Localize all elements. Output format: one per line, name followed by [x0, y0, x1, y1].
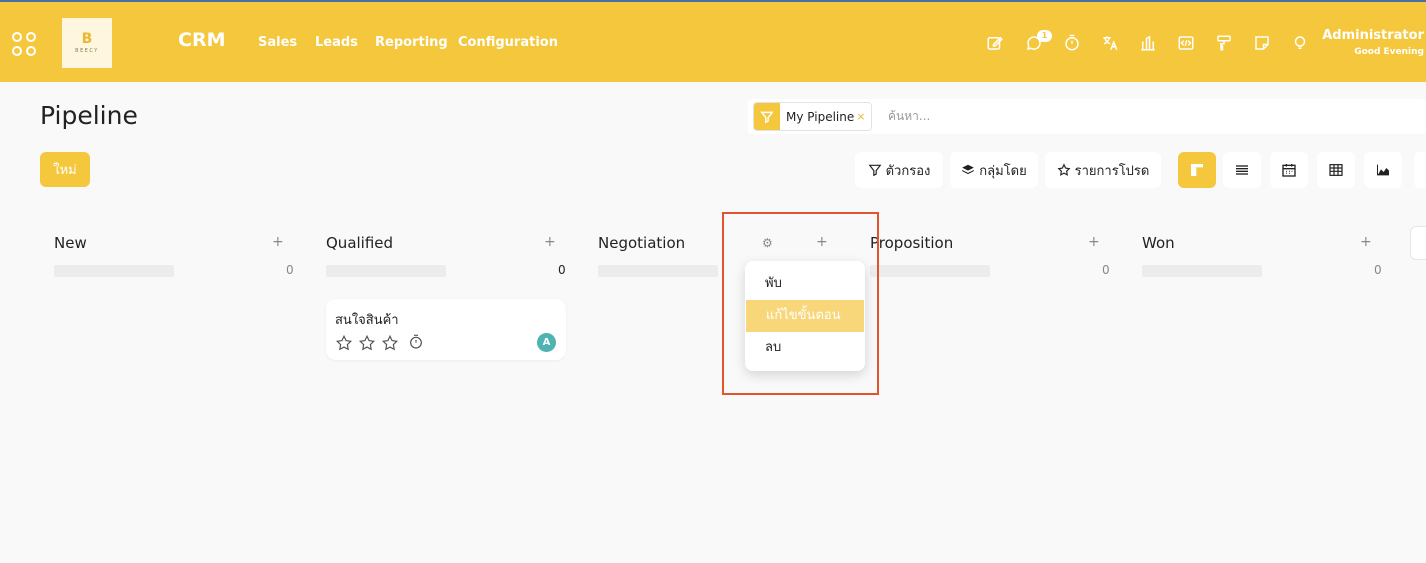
menu-sales[interactable]: Sales — [258, 35, 297, 50]
star-icon[interactable] — [381, 334, 399, 352]
app-menu-icon[interactable] — [12, 32, 38, 58]
column-progress-bar — [54, 265, 174, 277]
favorites-button-label: รายการโปรด — [1074, 163, 1150, 179]
list-view-button[interactable] — [1223, 152, 1261, 188]
column-progress-bar — [870, 265, 990, 277]
column-title-proposition[interactable]: Proposition — [870, 234, 953, 252]
annotation-highlight-box — [722, 212, 879, 395]
kanban-icon — [1191, 164, 1203, 176]
more-view-button[interactable] — [1414, 152, 1426, 188]
new-button[interactable]: ใหม่ — [40, 152, 90, 187]
column-title-negotiation[interactable]: Negotiation — [598, 234, 685, 252]
favorites-button[interactable]: รายการโปรด — [1045, 152, 1161, 188]
company-logo[interactable]: B BEECY — [62, 18, 112, 68]
chat-badge: 1 — [1037, 30, 1052, 42]
lightbulb-icon[interactable] — [1290, 33, 1310, 53]
top-navbar: B BEECY CRM Sales Leads Reporting Config… — [0, 0, 1426, 82]
group-by-button-label: กลุ่มโดย — [979, 163, 1027, 179]
column-add-icon[interactable]: + — [544, 234, 556, 250]
graph-view-button[interactable] — [1364, 152, 1402, 188]
column-title-qualified[interactable]: Qualified — [326, 234, 393, 252]
add-column-button[interactable] — [1410, 226, 1426, 260]
column-progress-bar — [1142, 265, 1262, 277]
code-icon[interactable] — [1176, 33, 1196, 53]
search-facet-label: My Pipeline — [786, 109, 855, 124]
star-icon[interactable] — [335, 334, 353, 352]
layers-icon — [962, 164, 975, 175]
menu-reporting[interactable]: Reporting — [375, 35, 448, 50]
search-input[interactable] — [888, 106, 1388, 126]
bank-icon[interactable] — [1138, 33, 1158, 53]
app-title[interactable]: CRM — [178, 29, 225, 51]
filter-button[interactable]: ตัวกรอง — [855, 152, 943, 188]
column-count: 0 — [1102, 263, 1110, 277]
filter-button-label: ตัวกรอง — [885, 163, 931, 179]
list-icon — [1236, 165, 1248, 175]
star-icon — [1057, 163, 1071, 176]
column-progress-bar — [326, 265, 446, 277]
logo-text: BEECY — [75, 48, 99, 54]
activity-clock-icon[interactable] — [408, 334, 424, 350]
timer-icon[interactable] — [1062, 33, 1082, 53]
avatar[interactable]: A — [537, 333, 556, 352]
column-count: 0 — [558, 263, 566, 277]
menu-leads[interactable]: Leads — [315, 35, 358, 50]
filter-icon — [868, 164, 882, 177]
facet-remove-icon[interactable]: × — [856, 110, 871, 123]
kanban-view-button[interactable] — [1178, 152, 1216, 188]
translate-icon[interactable] — [1100, 33, 1120, 53]
card-title: สนใจสินค้า — [335, 313, 399, 328]
star-icon[interactable] — [358, 334, 376, 352]
column-title-new[interactable]: New — [54, 234, 87, 252]
column-progress-bar — [598, 265, 718, 277]
column-add-icon[interactable]: + — [1088, 234, 1100, 250]
calendar-view-button[interactable] — [1270, 152, 1308, 188]
user-name[interactable]: Administrator — [1322, 28, 1424, 43]
page-title: Pipeline — [40, 101, 138, 130]
pivot-view-button[interactable] — [1317, 152, 1355, 188]
column-add-icon[interactable]: + — [272, 234, 284, 250]
edit-icon[interactable] — [985, 33, 1005, 53]
column-add-icon[interactable]: + — [1360, 234, 1372, 250]
calendar-icon — [1282, 164, 1296, 177]
table-icon — [1329, 164, 1343, 176]
column-count: 0 — [1374, 263, 1382, 277]
search-bar[interactable]: My Pipeline × — [748, 99, 1426, 134]
logo-mark: B — [81, 31, 93, 47]
menu-configuration[interactable]: Configuration — [458, 35, 558, 50]
search-facet[interactable]: My Pipeline × — [753, 102, 873, 131]
area-chart-icon — [1377, 164, 1389, 176]
column-title-won[interactable]: Won — [1142, 234, 1175, 252]
note-icon[interactable] — [1252, 33, 1272, 53]
paint-roller-icon[interactable] — [1214, 33, 1234, 53]
group-by-button[interactable]: กลุ่มโดย — [950, 152, 1038, 188]
column-count: 0 — [286, 263, 294, 277]
user-greeting: Good Evening — [1354, 47, 1424, 57]
kanban-card[interactable]: สนใจสินค้า A — [326, 299, 566, 360]
filter-icon — [754, 103, 780, 130]
